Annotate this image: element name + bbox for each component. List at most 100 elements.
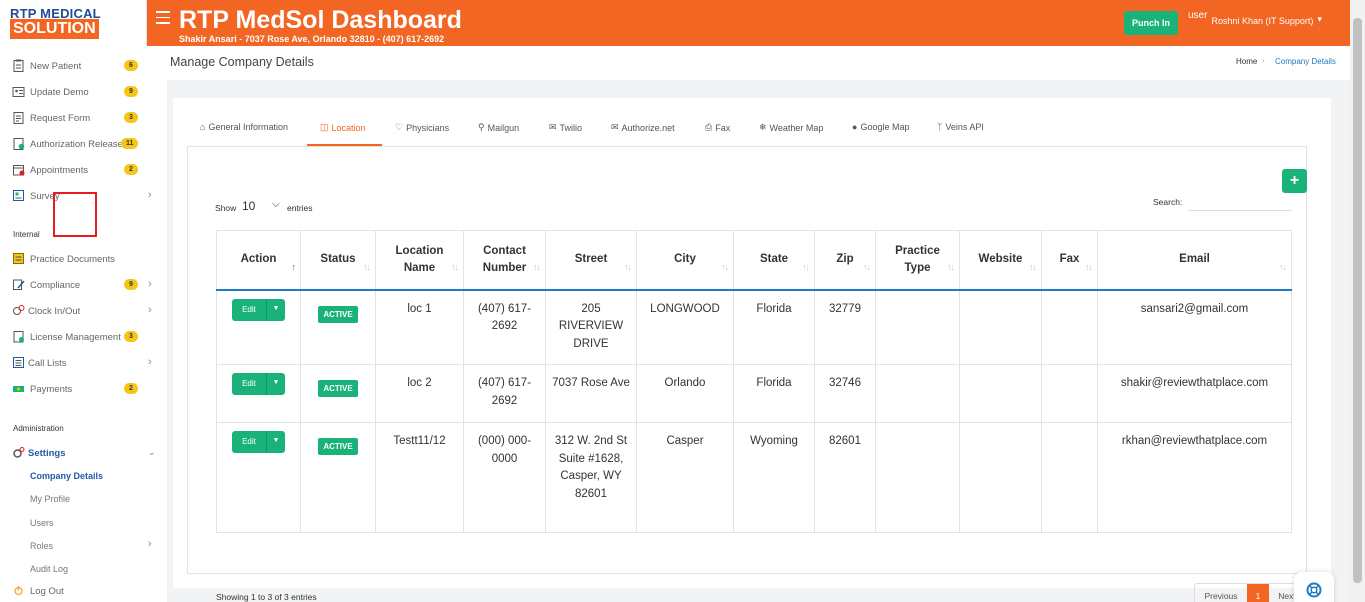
sidebar-item-label: Call Lists: [28, 358, 67, 369]
state-cell: Wyoming: [733, 422, 815, 533]
breadcrumb-home[interactable]: Home: [1236, 57, 1257, 66]
column-header-website[interactable]: Website ↑↓: [959, 230, 1042, 291]
column-header-practice-type[interactable]: Practice Type ↑↓: [875, 230, 960, 291]
user-menu[interactable]: user Roshni Khan (IT Support) ▾: [1188, 6, 1322, 26]
sidebar: New Patient 6 Update Demo 9 Request Form…: [0, 46, 167, 602]
sidebar-item-label: Survey: [30, 191, 60, 202]
sidebar-subitem-roles[interactable]: Roles: [30, 541, 53, 551]
email-cell: rkhan@reviewthatplace.com: [1097, 422, 1292, 533]
sidebar-item-settings[interactable]: Settings ⌄: [0, 443, 167, 463]
status-cell: ACTIVE: [300, 289, 376, 365]
edit-button[interactable]: Edit: [232, 431, 266, 453]
city-cell: Orlando: [636, 364, 734, 423]
tab-physicians[interactable]: ♡ Physicians: [395, 122, 449, 133]
tab-fax[interactable]: ⎙ Fax: [705, 122, 730, 133]
tab-veins-api[interactable]: ᛉ Veins API: [937, 122, 984, 132]
search-label: Search:: [1153, 197, 1183, 207]
street-cell: 205 RIVERVIEW DRIVE: [545, 289, 637, 365]
sidebar-item-request-form[interactable]: Request Form 3: [0, 108, 167, 128]
sidebar-subitem-users[interactable]: Users: [30, 518, 54, 528]
count-badge: 2: [124, 164, 138, 175]
user-avatar: user: [1188, 10, 1208, 21]
column-header-fax[interactable]: Fax ↑↓: [1041, 230, 1098, 291]
sidebar-subitem-company-details[interactable]: Company Details: [30, 471, 103, 481]
edit-button[interactable]: Edit: [232, 298, 266, 321]
sidebar-item-appointments[interactable]: Appointments 2: [0, 160, 167, 180]
list-icon: [12, 356, 25, 369]
sidebar-item-authorization-release[interactable]: Authorization Release 11: [0, 134, 167, 154]
license-icon: [12, 330, 25, 343]
edit-button[interactable]: Edit: [232, 373, 266, 395]
menu-toggle-icon[interactable]: [156, 11, 170, 25]
column-header-street[interactable]: Street ↑↓: [545, 230, 637, 291]
chevron-down-icon: ⌄: [148, 447, 156, 457]
column-header-email[interactable]: Email ↑↓: [1097, 230, 1292, 291]
email-cell: sansari2@gmail.com: [1097, 289, 1292, 365]
punch-in-button[interactable]: Punch In: [1124, 11, 1178, 35]
search-input[interactable]: [1188, 191, 1292, 211]
header-label: Website: [978, 253, 1023, 266]
tab-weather-map[interactable]: ❄ Weather Map: [759, 122, 823, 133]
sidebar-item-license-management[interactable]: License Management 3: [0, 327, 167, 347]
sidebar-subitem-audit-log[interactable]: Audit Log: [30, 564, 68, 574]
tab-location[interactable]: ◫ Location: [320, 122, 366, 133]
vertical-scrollbar[interactable]: [1350, 0, 1365, 602]
help-button[interactable]: [1294, 572, 1334, 602]
sidebar-item-payments[interactable]: Payments 2: [0, 379, 167, 399]
column-header-action[interactable]: Action ↑: [216, 230, 301, 291]
page-header: Manage Company Details Home › Company De…: [167, 46, 1350, 80]
sidebar-item-label: Practice Documents: [30, 254, 116, 265]
count-badge: 3: [124, 112, 138, 123]
sidebar-item-call-lists[interactable]: Call Lists ›: [0, 353, 167, 373]
sidebar-item-log-out[interactable]: Log Out: [0, 581, 167, 601]
table-row: Edit ▼ ACTIVE loc 2 (407) 617-2692 7037 R…: [216, 364, 1292, 423]
sidebar-item-update-demo[interactable]: Update Demo 9: [0, 82, 167, 102]
column-header-city[interactable]: City ↑↓: [636, 230, 734, 291]
edit-dropdown-toggle[interactable]: ▼: [266, 431, 285, 453]
logo[interactable]: RTP MEDICAL SOLUTION: [0, 0, 147, 46]
tab-google-map[interactable]: ● Google Map: [852, 122, 909, 132]
count-badge: 9: [124, 86, 138, 97]
column-header-location-name[interactable]: Location Name ↑↓: [375, 230, 464, 291]
column-header-status[interactable]: Status ↑↓: [300, 230, 376, 291]
website-cell: [959, 422, 1042, 533]
location-name-cell: loc 1: [375, 289, 464, 365]
show-label: Show: [215, 203, 237, 213]
heart-icon: ♡: [395, 122, 404, 132]
tab-mailgun[interactable]: ⚲ Mailgun: [478, 122, 519, 133]
tab-twilio[interactable]: ✉ Twilio: [549, 122, 582, 133]
sidebar-item-label: Settings: [28, 448, 66, 459]
status-badge: ACTIVE: [318, 305, 358, 323]
scrollbar-thumb[interactable]: [1353, 18, 1362, 583]
column-header-contact-number[interactable]: Contact Number ↑↓: [463, 230, 546, 291]
contact-number-cell: (000) 000-0000: [463, 422, 546, 533]
tab-general-information[interactable]: ⌂ General Information: [200, 122, 288, 132]
action-cell: Edit ▼: [216, 289, 301, 365]
column-header-state[interactable]: State ↑↓: [733, 230, 815, 291]
sidebar-item-new-patient[interactable]: New Patient 6: [0, 56, 167, 76]
tab-label: Google Map: [860, 122, 910, 132]
column-header-zip[interactable]: Zip ↑↓: [814, 230, 876, 291]
breadcrumb-separator: ›: [1262, 56, 1265, 65]
entries-select[interactable]: 10 ⌵: [242, 199, 286, 213]
practice-type-cell: [875, 364, 960, 423]
header-label: Location Name: [395, 244, 444, 274]
page-1-button[interactable]: 1: [1247, 584, 1269, 602]
sidebar-item-practice-documents[interactable]: Practice Documents: [0, 249, 167, 269]
contact-number-cell: (407) 617-2692: [463, 364, 546, 423]
sidebar-item-clock-in-out[interactable]: Clock In/Out ›: [0, 301, 167, 321]
edit-dropdown-toggle[interactable]: ▼: [266, 298, 285, 321]
showing-entries-info: Showing 1 to 3 of 3 entries: [216, 592, 317, 602]
sort-icon: ↑↓: [451, 262, 459, 272]
sidebar-item-compliance[interactable]: Compliance 9 ›: [0, 275, 167, 295]
add-location-button[interactable]: +: [1282, 169, 1307, 193]
edit-dropdown-toggle[interactable]: ▼: [266, 373, 285, 395]
sidebar-item-survey[interactable]: Survey ›: [0, 186, 167, 206]
sidebar-subitem-my-profile[interactable]: My Profile: [30, 494, 70, 504]
previous-page-button[interactable]: Previous: [1195, 584, 1247, 602]
clipboard-check-icon: [12, 137, 25, 150]
entries-label: entries: [287, 203, 313, 213]
edit-button-group: Edit ▼: [232, 298, 285, 321]
tab-authorize-net[interactable]: ✉ Authorize.net: [611, 122, 675, 133]
sort-icon: ↑↓: [721, 262, 729, 272]
